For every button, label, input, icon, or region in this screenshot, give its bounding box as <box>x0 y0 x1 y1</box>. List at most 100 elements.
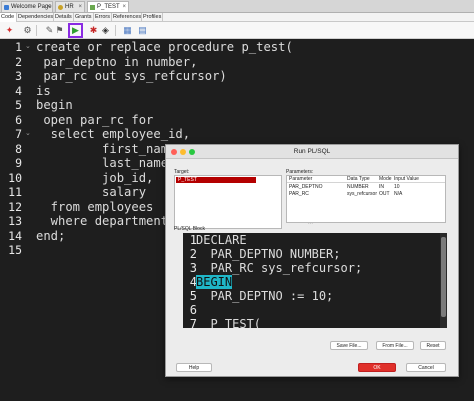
tab-label: HR <box>65 4 74 10</box>
code-line: begin <box>36 98 73 112</box>
subtab-references[interactable]: References <box>112 13 142 22</box>
parameters-header-row: Parameter Data Type Mode Input Value <box>287 176 445 183</box>
debug-icon[interactable]: ✱ <box>88 25 99 36</box>
run-button[interactable]: ▶ <box>68 23 83 38</box>
line-number: 13 <box>8 214 22 228</box>
parameters-table[interactable]: Parameter Data Type Mode Input Value PAR… <box>286 175 446 223</box>
code-line: last_name, <box>36 156 176 170</box>
save-file-button[interactable]: Save File... <box>330 341 368 350</box>
scrollbar-thumb[interactable] <box>441 237 446 317</box>
line-number: 4 <box>15 83 22 98</box>
splitter-handle[interactable]: ⋯ <box>308 221 313 227</box>
code-line: end; <box>36 228 66 243</box>
code-line: salary <box>36 185 147 199</box>
subtab-code[interactable]: Code <box>0 13 17 22</box>
bookmark-icon[interactable]: ⚑ <box>54 25 65 36</box>
line-number: 14 <box>8 228 22 243</box>
database-icon <box>58 5 63 10</box>
coverage-icon[interactable]: ▤ <box>137 25 148 36</box>
subtab-errors[interactable]: Errors <box>94 13 112 22</box>
plsql-block-label: PL/SQL Block <box>174 226 205 232</box>
ok-button[interactable]: OK <box>358 363 396 372</box>
code-line: where department_i <box>36 214 183 228</box>
line-number: 5 <box>15 98 22 112</box>
code-line: job_id, <box>36 170 154 185</box>
param-mode: IN <box>379 184 384 190</box>
table-row[interactable]: PAR_DEPTNO NUMBER IN 10 <box>287 184 445 191</box>
line-number: 3 <box>15 69 22 83</box>
close-icon[interactable]: × <box>46 2 50 12</box>
document-tab-bar: Welcome Page × HR × P_TEST × <box>0 0 474 13</box>
line-number: 6 <box>189 303 197 317</box>
line-number: 6 <box>15 112 22 127</box>
param-type: sys_refcursor <box>347 191 378 197</box>
target-list[interactable]: P_TEST <box>174 175 282 229</box>
tab-label: P_TEST <box>97 4 120 10</box>
run-plsql-dialog: Run PL/SQL Target: P_TEST Parameters: Pa… <box>165 144 459 377</box>
fold-toggle-icon[interactable]: ⌄ <box>25 129 31 137</box>
subtab-dependencies[interactable]: Dependencies <box>17 13 54 22</box>
code-line-highlighted: BEGIN <box>196 275 233 289</box>
line-number: 1 <box>15 40 22 54</box>
vertical-scrollbar[interactable] <box>440 233 447 328</box>
home-icon <box>4 5 9 10</box>
help-button[interactable]: Help <box>176 363 212 372</box>
code-line: par_rc out sys_refcursor) <box>36 69 227 83</box>
line-number: 11 <box>8 185 22 199</box>
close-icon[interactable]: × <box>122 2 126 12</box>
line-number-gutter: 1 2 3 4 5 6 7 8 9 10 11 12 13 14 15 ⌄ ⌄ <box>0 39 34 401</box>
tab-hr[interactable]: HR × <box>55 1 85 12</box>
code-line: PAR_DEPTNO := 10; <box>196 289 334 303</box>
pin-icon[interactable]: ✦ <box>4 25 15 36</box>
tab-welcome-page[interactable]: Welcome Page × <box>1 1 53 12</box>
breakpoints-icon[interactable]: ◈ <box>100 25 111 36</box>
procedure-icon <box>90 5 95 10</box>
line-number: 2 <box>15 54 22 69</box>
code-line: PAR_RC sys_refcursor; <box>196 261 363 275</box>
line-number: 8 <box>15 141 22 156</box>
code-line: DECLARE <box>196 233 247 247</box>
close-icon[interactable]: × <box>78 2 82 12</box>
line-number: 7 <box>15 127 22 141</box>
dialog-title: Run PL/SQL <box>293 148 331 155</box>
code-line: par_deptno in number, <box>36 54 198 69</box>
line-number: 15 <box>8 243 22 257</box>
param-name: PAR_DEPTNO <box>289 184 323 190</box>
run-icon: ▶ <box>72 25 79 35</box>
compile-icon[interactable]: ⚙ <box>22 25 33 36</box>
code-line: open par_rc for <box>36 112 154 127</box>
tab-p-test[interactable]: P_TEST × <box>87 1 129 12</box>
line-number: 9 <box>15 156 22 170</box>
param-name: PAR_RC <box>289 191 309 197</box>
from-file-button[interactable]: From File... <box>376 341 414 350</box>
subtab-details[interactable]: Details <box>54 13 74 22</box>
param-input-value[interactable]: N/A <box>394 191 402 198</box>
code-line: select employee_id, <box>36 127 191 141</box>
code-line: P_TEST( <box>196 317 262 328</box>
subtab-grants[interactable]: Grants <box>74 13 94 22</box>
matched-keyword: BEGIN <box>196 275 233 289</box>
plsql-block-editor[interactable]: 1 2 3 4 5 6 7 DECLARE PAR_DEPTNO NUMBER;… <box>183 233 447 328</box>
code-line: from employees <box>36 199 154 214</box>
line-number: 10 <box>8 170 22 185</box>
table-row[interactable]: PAR_RC sys_refcursor OUT N/A <box>287 191 445 198</box>
reset-button[interactable]: Reset <box>420 341 446 350</box>
column-header-input-value: Input Value <box>394 176 419 182</box>
tab-label: Welcome Page <box>11 4 52 10</box>
column-header-mode: Mode <box>379 176 392 182</box>
code-line: PAR_DEPTNO NUMBER; <box>196 247 341 261</box>
profile-icon[interactable]: ▦ <box>122 25 133 36</box>
column-header-parameter: Parameter <box>289 176 313 182</box>
code-line: first_name, <box>36 141 183 156</box>
code-line: is <box>36 83 51 98</box>
fold-toggle-icon[interactable]: ⌄ <box>25 42 31 50</box>
dialog-title-bar[interactable]: Run PL/SQL <box>166 145 458 159</box>
target-item-p-test[interactable]: P_TEST <box>176 177 256 183</box>
subtab-profiles[interactable]: Profiles <box>142 13 163 22</box>
code-line: create or replace procedure p_test( <box>36 40 293 54</box>
param-type: NUMBER <box>347 184 369 190</box>
param-input-value[interactable]: 10 <box>394 184 400 191</box>
cancel-button[interactable]: Cancel <box>406 363 446 372</box>
line-number: 12 <box>8 199 22 214</box>
object-subtab-bar: Code Dependencies Details Grants Errors … <box>0 13 474 22</box>
